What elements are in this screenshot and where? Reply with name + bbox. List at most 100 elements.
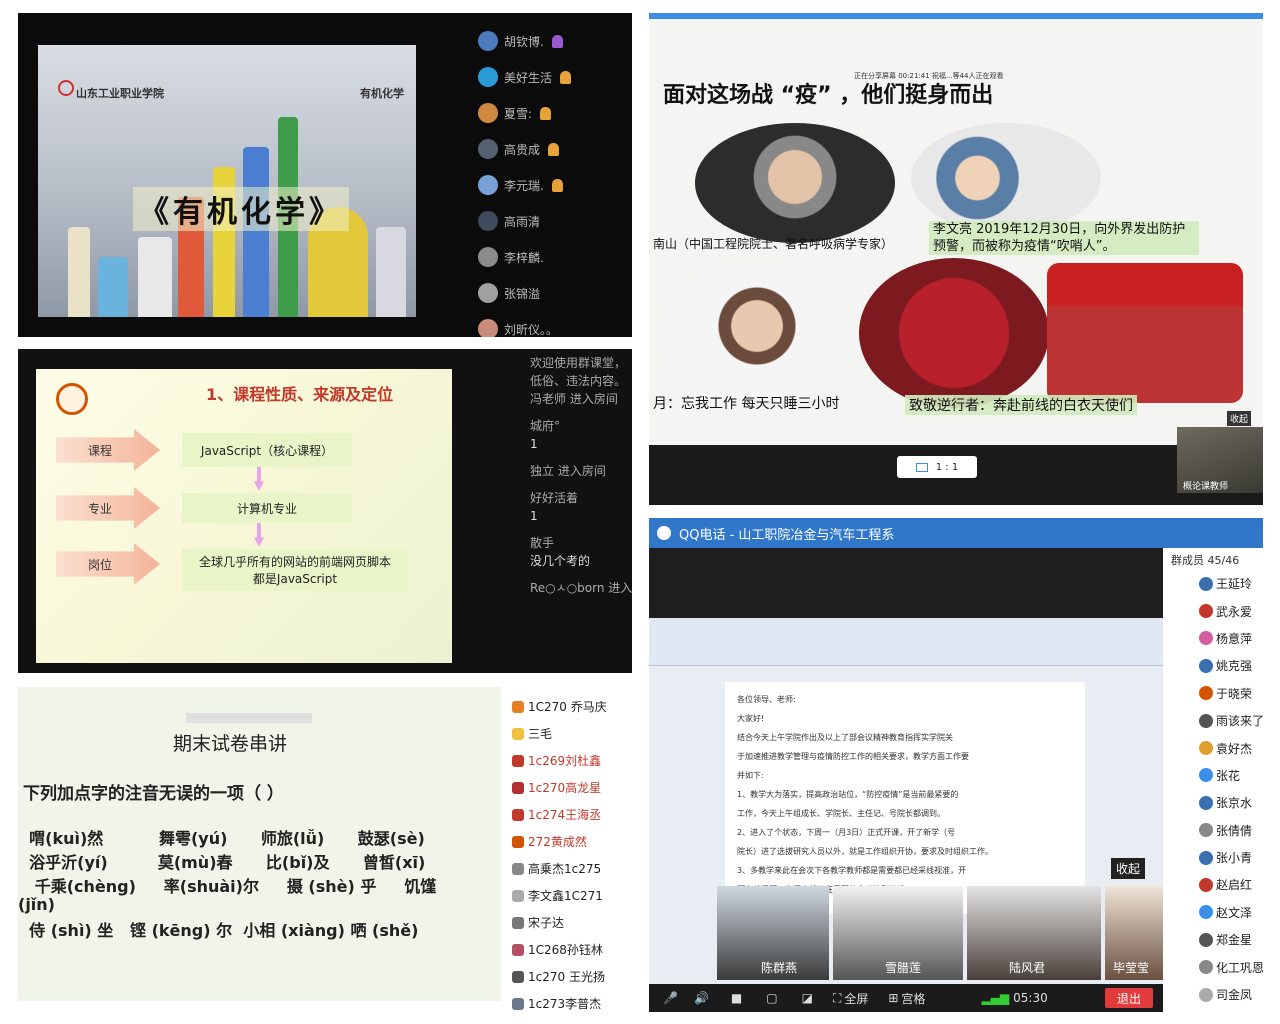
student-item[interactable]: 1c270 王光扬 [512,963,632,990]
student-name: 李文鑫1C271 [528,889,603,903]
member-avatar [1199,768,1213,783]
fullscreen-label[interactable]: 全屏 [844,990,868,1007]
document-line: 工作，今天上午组成长、学院长、主任记、号院长都调到。 [737,809,945,818]
speaker-icon[interactable]: 🔊 [694,991,709,1005]
member-item[interactable]: 武永爱 [1163,597,1263,624]
member-item[interactable]: 雨该来了 [1163,707,1263,734]
member-item[interactable]: 赵文泽 [1163,899,1263,926]
member-name: 王延玲 [1216,577,1253,592]
student-item[interactable]: 高乗杰1c275 [512,855,632,882]
caption-zhong: 南山（中国工程院院士、著名呼吸病学专家） [653,237,894,251]
call-time: 05:30 [1013,991,1048,1005]
window-title: QQ电话 - 山工职院冶金与汽车工程系 [679,527,895,543]
participant-name: 胡钦博. [504,34,544,49]
participant-item[interactable]: 李元瑞. [478,167,628,203]
member-item[interactable]: 化工巩恩 [1163,953,1263,980]
lecture-panel-exam-review: 期末试卷串讲 下列加点字的注音无误的一项（ ） 喟(kuì)然 舞雩(yú) 师… [18,687,632,1011]
student-name: 1c273李普杰 [528,997,602,1011]
member-avatar [1199,795,1213,810]
student-name: 1c270 王光扬 [528,970,605,984]
student-item[interactable]: 1C268孙钰林 [512,936,632,963]
student-avatar [512,916,524,929]
camera-icon[interactable]: ■ [731,991,742,1005]
video-tile-2[interactable]: 雪腊莲 [833,886,963,980]
chat-line: 冯老师 进入房间 [530,392,618,406]
whiteboard-icon[interactable]: ◪ [802,991,813,1005]
caption-team: 致敬逆行者：奔赴前线的白衣天使们 [905,395,1137,415]
window-top-bar [649,13,1263,19]
student-name: 高乗杰1c275 [528,862,602,876]
member-item[interactable]: 王延玲 [1163,570,1263,597]
chat-line: 低俗、违法内容。 [530,374,627,388]
exit-button[interactable]: 退出 [1105,988,1153,1008]
member-item[interactable]: 张花 [1163,762,1263,789]
student-item[interactable]: 1c270高龙星 [512,774,632,801]
member-item[interactable]: 赵启红 [1163,871,1263,898]
photo-medical-team [859,258,1049,408]
collapse-button[interactable]: 收起 [1227,411,1252,426]
qq-logo-icon [657,526,671,540]
participant-item[interactable]: 张锦溢 [478,275,628,311]
slide-title: 期末试卷串讲 [173,733,288,755]
member-name: 张花 [1216,768,1241,783]
student-item[interactable]: 三毛 [512,720,632,747]
collapse-button[interactable]: 收起 [1111,858,1146,879]
video-name: 陈群燕 [761,961,798,975]
participant-item[interactable]: 美好生活 [478,59,628,95]
avatar [478,211,498,231]
participant-name: 夏雪: [504,106,533,121]
qq-title-bar: QQ电话 - 山工职院冶金与汽车工程系 [649,518,1263,548]
document-line: 3、多教学来此在会次下各教学教师都是需要都已经采线视准，开 [737,866,967,875]
participant-item[interactable]: 高雨清 [478,203,628,239]
member-item[interactable]: 杨意萍 [1163,625,1263,652]
member-item[interactable]: 张倩倩 [1163,817,1263,844]
member-item[interactable]: 郑金星 [1163,926,1263,953]
student-item[interactable]: 1c269刘杜鑫 [512,747,632,774]
participant-item[interactable]: 胡钦博. [478,23,628,59]
member-avatar [1199,932,1213,947]
grid-icon[interactable]: ⊞ [888,991,898,1005]
video-name: 陆风君 [1009,961,1046,975]
fullscreen-icon[interactable]: ⛶ [833,991,841,1006]
student-item[interactable]: 1C270 乔马庆 [512,693,632,720]
student-item[interactable]: 李文鑫1C271 [512,882,632,909]
page-indicator[interactable]: 1 : 1 [897,456,977,478]
share-screen-icon[interactable]: ▢ [766,991,777,1005]
member-item[interactable]: 于晓荣 [1163,680,1263,707]
student-item[interactable]: 宋子达 [512,909,632,936]
box-course: JavaScript（核心课程） [182,433,352,467]
avatar [478,283,498,303]
student-item[interactable]: 1c273李普杰 [512,990,632,1011]
participant-name: 李元瑞. [504,178,544,193]
student-name: 272黄成然 [528,835,587,849]
member-avatar [1199,713,1213,728]
chat-line [530,570,632,579]
participant-item[interactable]: 夏雪: [478,95,628,131]
document-line: 于加速推进教学管理与疫情防控工作的相关要求，教学方面工作要 [737,752,969,761]
chat-line: 1 [530,437,538,451]
participant-item[interactable]: 刘昕仪。。 [478,311,628,337]
participant-item[interactable]: 高贵成 [478,131,628,167]
student-avatar [512,835,524,848]
participant-item[interactable]: 李梓麟. [478,239,628,275]
document-line: 1、教学大为落实，提高政治站位，“防控疫情”是当前最紧要的 [737,790,959,799]
grid-label[interactable]: 宫格 [901,990,925,1007]
chat-line: 散手 [530,536,555,550]
member-name: 张京水 [1216,796,1253,811]
student-item[interactable]: 272黄成然 [512,828,632,855]
mic-icon [551,178,563,192]
member-item[interactable]: 袁好杰 [1163,734,1263,761]
member-item[interactable]: 司金凤 [1163,981,1263,1008]
avatar [478,175,498,195]
row-label-course: 课程 [56,429,160,471]
video-tile-3[interactable]: 陆风君 [967,886,1101,980]
member-item[interactable]: 张小青 [1163,844,1263,871]
member-item[interactable]: 张京水 [1163,789,1263,816]
video-tile-1[interactable]: 陈群燕 [717,886,829,980]
mic-muted-icon[interactable]: 🎤 [663,991,678,1005]
share-toolbar [186,713,312,723]
member-list: 群成员 45/46 王延玲 武永爱 杨意萍 姚克强 于晓荣 雨该来了 袁好杰 张花 张京水 张倩倩… [1163,548,1263,1012]
member-item[interactable]: 姚克强 [1163,652,1263,679]
student-item[interactable]: 1c274王海丞 [512,801,632,828]
video-tile-4[interactable]: 毕莹莹 [1105,886,1163,980]
